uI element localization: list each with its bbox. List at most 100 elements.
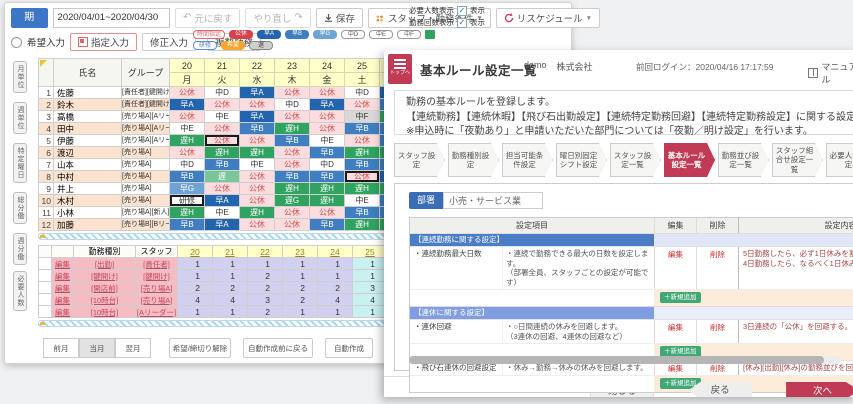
legend-chip[interactable] bbox=[425, 30, 435, 39]
required-value-cell[interactable]: 2 bbox=[248, 270, 283, 282]
shift-cell[interactable]: 早A bbox=[240, 87, 275, 99]
shift-cell[interactable]: 公休 bbox=[310, 87, 345, 99]
fix-input-button[interactable]: 修正入力 bbox=[142, 33, 196, 51]
designate-input-button[interactable]: 指定入力 bbox=[70, 33, 137, 51]
shift-cell[interactable]: 早B bbox=[310, 219, 345, 231]
shift-cell[interactable]: 公休 bbox=[205, 123, 240, 135]
edit-link[interactable]: 編集 bbox=[55, 296, 70, 305]
legend-chip[interactable]: 早B bbox=[285, 30, 309, 39]
date-link[interactable]: 22 bbox=[260, 247, 269, 257]
delete-link[interactable]: 削除 bbox=[710, 323, 725, 332]
required-value-cell[interactable]: 1 bbox=[353, 270, 388, 282]
required-value-cell[interactable]: 1 bbox=[178, 258, 213, 270]
type-link[interactable]: [出勤] bbox=[95, 260, 114, 269]
required-value-cell[interactable]: 3 bbox=[248, 294, 283, 306]
next-button[interactable]: 次へ bbox=[786, 382, 853, 397]
footer-button[interactable]: 自動作成前に戻る bbox=[243, 338, 313, 358]
date-link[interactable]: 20 bbox=[190, 247, 199, 257]
add-new-button[interactable]: ＋新規追加 bbox=[660, 292, 701, 303]
required-value-cell[interactable]: 2 bbox=[283, 294, 318, 306]
tab-item[interactable]: スタッフ組合せ設定一覧 bbox=[772, 143, 823, 177]
shift-cell[interactable]: 遅H bbox=[275, 123, 310, 135]
edit-link[interactable]: 編集 bbox=[55, 284, 70, 293]
required-value-cell[interactable]: 1 bbox=[353, 306, 388, 318]
shift-cell[interactable]: 中D bbox=[170, 159, 205, 171]
date-link[interactable]: 23 bbox=[295, 247, 304, 257]
shift-cell[interactable]: 中E bbox=[240, 159, 275, 171]
legend-chip[interactable]: 早A bbox=[257, 30, 281, 39]
tab-item[interactable]: 勤務並び設定一覧 bbox=[718, 143, 769, 177]
side-view-button[interactable]: 週単位 bbox=[13, 102, 27, 134]
staff-link[interactable]: [Aリーダー] bbox=[137, 308, 176, 317]
redo-button[interactable]: やり直し↷ bbox=[245, 8, 310, 28]
required-value-cell[interactable]: 2 bbox=[248, 282, 283, 294]
hope-input-radio[interactable] bbox=[11, 37, 22, 48]
shift-cell[interactable]: 公休 bbox=[170, 147, 205, 159]
department-input[interactable]: 小売・サービス業 bbox=[443, 192, 543, 209]
footer-button[interactable]: 自動作成 bbox=[325, 338, 373, 358]
shift-cell[interactable]: 早B bbox=[275, 135, 310, 147]
side-view-button[interactable]: 総分働 bbox=[13, 192, 27, 224]
shift-cell[interactable]: 早B bbox=[170, 219, 205, 231]
shift-cell[interactable]: 遅H bbox=[205, 147, 240, 159]
type-link[interactable]: [10時台] bbox=[91, 308, 119, 317]
reschedule-button[interactable]: リスケジュール▼ bbox=[496, 8, 600, 28]
tab-item[interactable]: スタッフ設定一覧 bbox=[610, 143, 661, 177]
staff-link[interactable]: [責任者] bbox=[143, 260, 170, 269]
shift-cell[interactable]: 遅H bbox=[345, 183, 380, 195]
required-value-cell[interactable]: 2 bbox=[213, 282, 248, 294]
edit-link[interactable]: 編集 bbox=[668, 364, 683, 373]
date-range-input[interactable]: 2020/04/01~2020/04/30 bbox=[53, 8, 170, 28]
checkbox-checked-icon[interactable]: ✓ bbox=[457, 6, 467, 16]
required-value-cell[interactable]: 4 bbox=[213, 294, 248, 306]
edit-link[interactable]: 編集 bbox=[55, 272, 70, 281]
tab-active[interactable]: 基本ルール設定一覧 bbox=[664, 143, 715, 177]
shift-cell[interactable]: 遅H bbox=[310, 183, 345, 195]
shift-cell[interactable]: 公休 bbox=[240, 219, 275, 231]
shift-cell[interactable]: 公休 bbox=[170, 111, 205, 123]
required-value-cell[interactable]: 2 bbox=[318, 282, 353, 294]
shift-cell[interactable]: 遅H bbox=[345, 147, 380, 159]
side-view-button[interactable]: 月単位 bbox=[13, 61, 27, 93]
required-value-cell[interactable]: 1 bbox=[283, 306, 318, 318]
shift-cell[interactable]: 公休 bbox=[275, 111, 310, 123]
shift-cell[interactable]: 公休 bbox=[275, 219, 310, 231]
shift-cell[interactable]: 公休 bbox=[345, 99, 380, 111]
required-value-cell[interactable]: 1 bbox=[283, 258, 318, 270]
shift-cell[interactable]: 公休 bbox=[345, 135, 380, 147]
edit-link[interactable]: 編集 bbox=[668, 323, 683, 332]
date-link[interactable]: 24 bbox=[330, 247, 339, 257]
required-value-cell[interactable]: 1 bbox=[213, 258, 248, 270]
tab-item[interactable]: スタッフ設定 bbox=[394, 143, 445, 177]
grid-horizontal-scrollbar[interactable] bbox=[38, 233, 412, 240]
shift-cell[interactable]: 公休 bbox=[240, 99, 275, 111]
shift-cell[interactable]: 早B bbox=[310, 147, 345, 159]
shift-cell[interactable]: 公休 bbox=[345, 171, 380, 183]
legend-chip[interactable]: 中E bbox=[369, 30, 393, 39]
required-value-cell[interactable]: 1 bbox=[283, 270, 318, 282]
footer-button[interactable]: 希望/締切り解除 bbox=[169, 338, 231, 358]
staff-link[interactable]: [鍵開け] bbox=[143, 272, 170, 281]
staff-link[interactable]: [売り場A] bbox=[141, 284, 173, 293]
shift-cell[interactable]: 公休 bbox=[240, 183, 275, 195]
legend-chip[interactable]: 中D bbox=[341, 30, 365, 39]
shift-cell[interactable]: 研修 bbox=[170, 195, 205, 207]
delete-link[interactable]: 削除 bbox=[710, 250, 725, 259]
shift-cell[interactable]: 中E bbox=[310, 135, 345, 147]
shift-cell[interactable]: 公休 bbox=[310, 207, 345, 219]
shift-cell[interactable]: 遅G bbox=[275, 195, 310, 207]
shift-cell[interactable]: 公休 bbox=[240, 135, 275, 147]
required-value-cell[interactable]: 1 bbox=[178, 270, 213, 282]
back-button[interactable]: 戻る bbox=[688, 382, 752, 397]
checkbox-checked-icon[interactable]: ✓ bbox=[457, 18, 467, 28]
side-view-button[interactable]: 週分働 bbox=[13, 233, 27, 265]
legend-chip[interactable]: 公休 bbox=[229, 30, 253, 39]
required-value-cell[interactable]: 3 bbox=[353, 282, 388, 294]
shift-cell[interactable]: 早B bbox=[345, 207, 380, 219]
footer-button[interactable]: 前月 bbox=[43, 338, 79, 358]
shift-cell[interactable]: 公休 bbox=[205, 135, 240, 147]
shift-cell[interactable]: 遅H bbox=[310, 195, 345, 207]
required-value-cell[interactable]: 1 bbox=[318, 306, 353, 318]
shift-cell[interactable]: 中E bbox=[170, 123, 205, 135]
tab-item[interactable]: 勤務種別設定 bbox=[448, 143, 499, 177]
